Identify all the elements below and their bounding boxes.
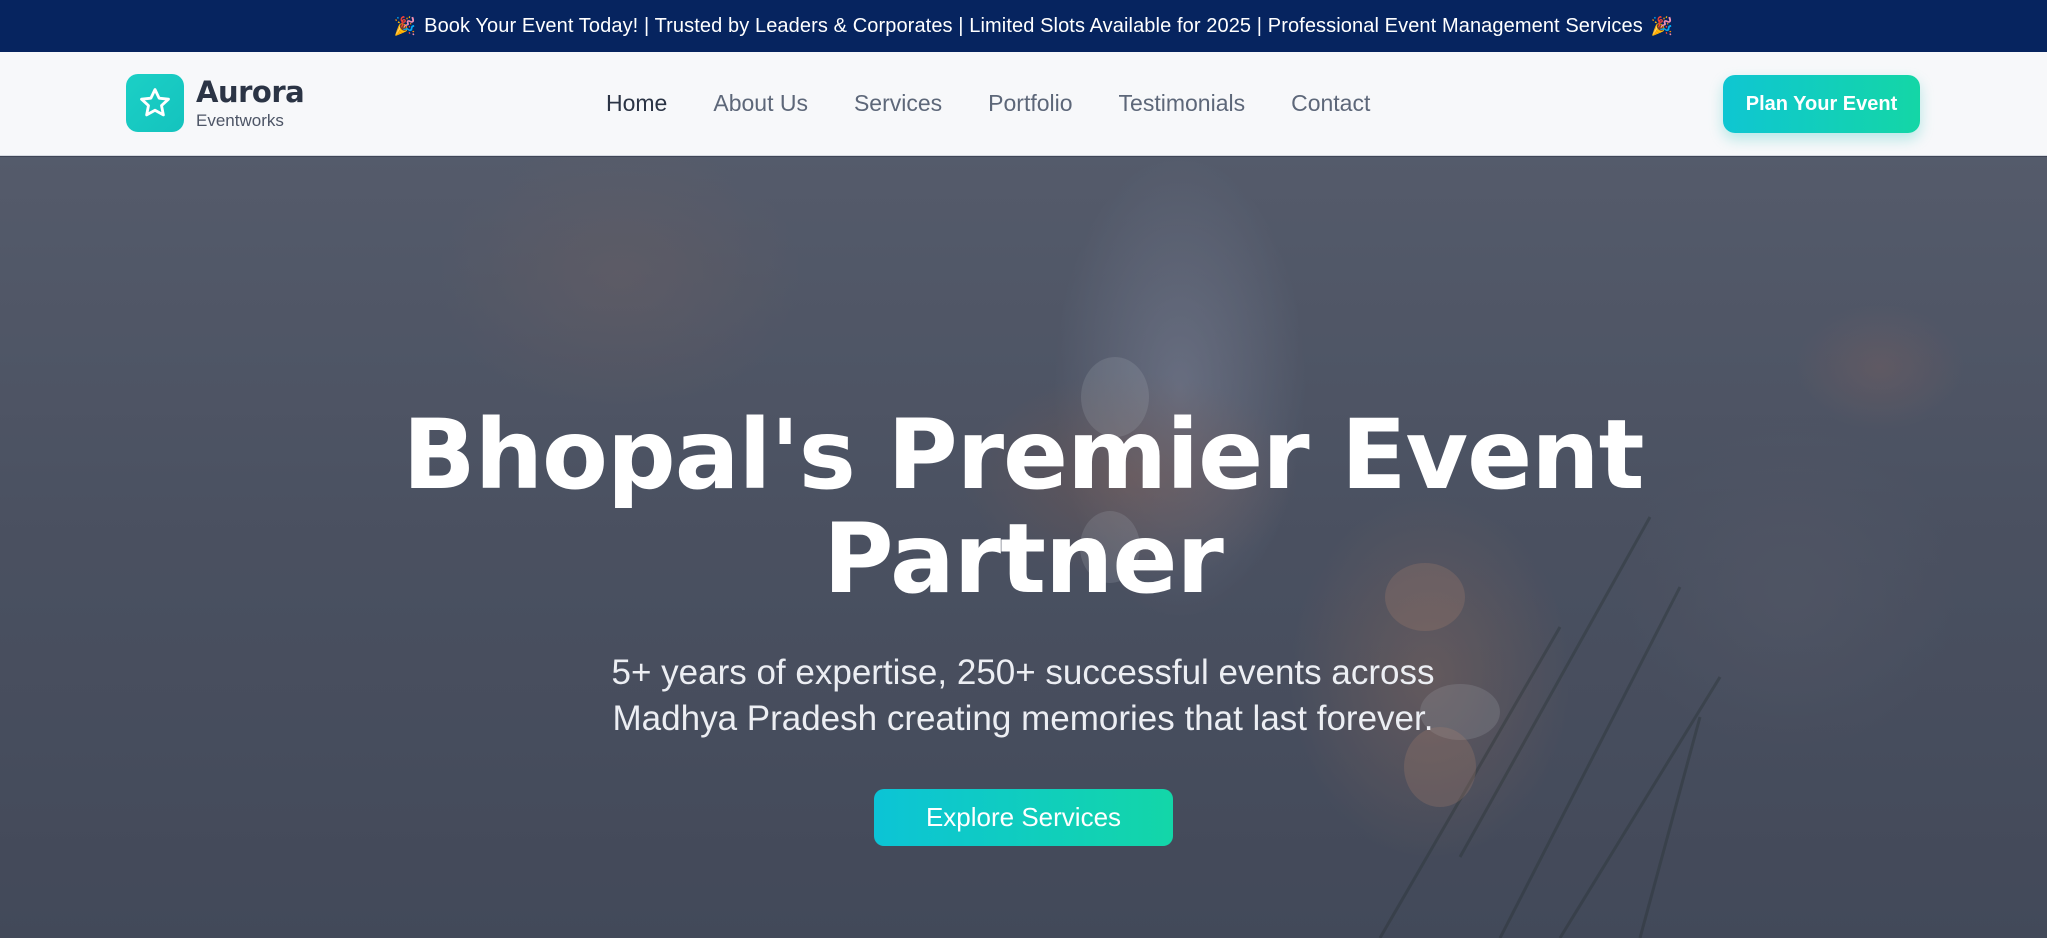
explore-services-button[interactable]: Explore Services [874, 789, 1173, 846]
brand-name: Aurora [196, 74, 305, 109]
hero-subtitle-line-2: Madhya Pradesh creating memories that la… [612, 699, 1434, 738]
hero-title-line-1: Bhopal's Premier Event [402, 399, 1645, 511]
hero-title-line-2: Partner [823, 503, 1224, 615]
party-popper-icon: 🎉 [1650, 15, 1674, 36]
nav-link-portfolio[interactable]: Portfolio [988, 90, 1072, 117]
party-popper-icon: 🎉 [393, 15, 417, 36]
hero-title: Bhopal's Premier Event Partner [323, 403, 1723, 611]
nav-link-about-us[interactable]: About Us [713, 90, 808, 117]
nav-link-home[interactable]: Home [606, 90, 667, 117]
plan-your-event-button[interactable]: Plan Your Event [1723, 75, 1920, 133]
nav-link-services[interactable]: Services [854, 90, 942, 117]
nav-link-contact[interactable]: Contact [1291, 90, 1370, 117]
nav-link-testimonials[interactable]: Testimonials [1119, 90, 1246, 117]
announcement-bar: 🎉 Book Your Event Today! | Trusted by Le… [0, 0, 2047, 52]
brand-subtitle: Eventworks [196, 110, 284, 130]
announcement-text: Book Your Event Today! | Trusted by Lead… [424, 14, 1643, 37]
hero-section: Bhopal's Premier Event Partner 5+ years … [0, 157, 2047, 938]
main-navigation: Home About Us Services Portfolio Testimo… [606, 90, 1416, 117]
star-icon [126, 74, 184, 132]
hero-subtitle: 5+ years of expertise, 250+ successful e… [523, 650, 1523, 742]
hero-subtitle-line-1: 5+ years of expertise, 250+ successful e… [611, 653, 1435, 692]
brand-logo-link[interactable]: Aurora Eventworks [126, 74, 305, 132]
site-header: Aurora Eventworks Home About Us Services… [0, 52, 2047, 156]
